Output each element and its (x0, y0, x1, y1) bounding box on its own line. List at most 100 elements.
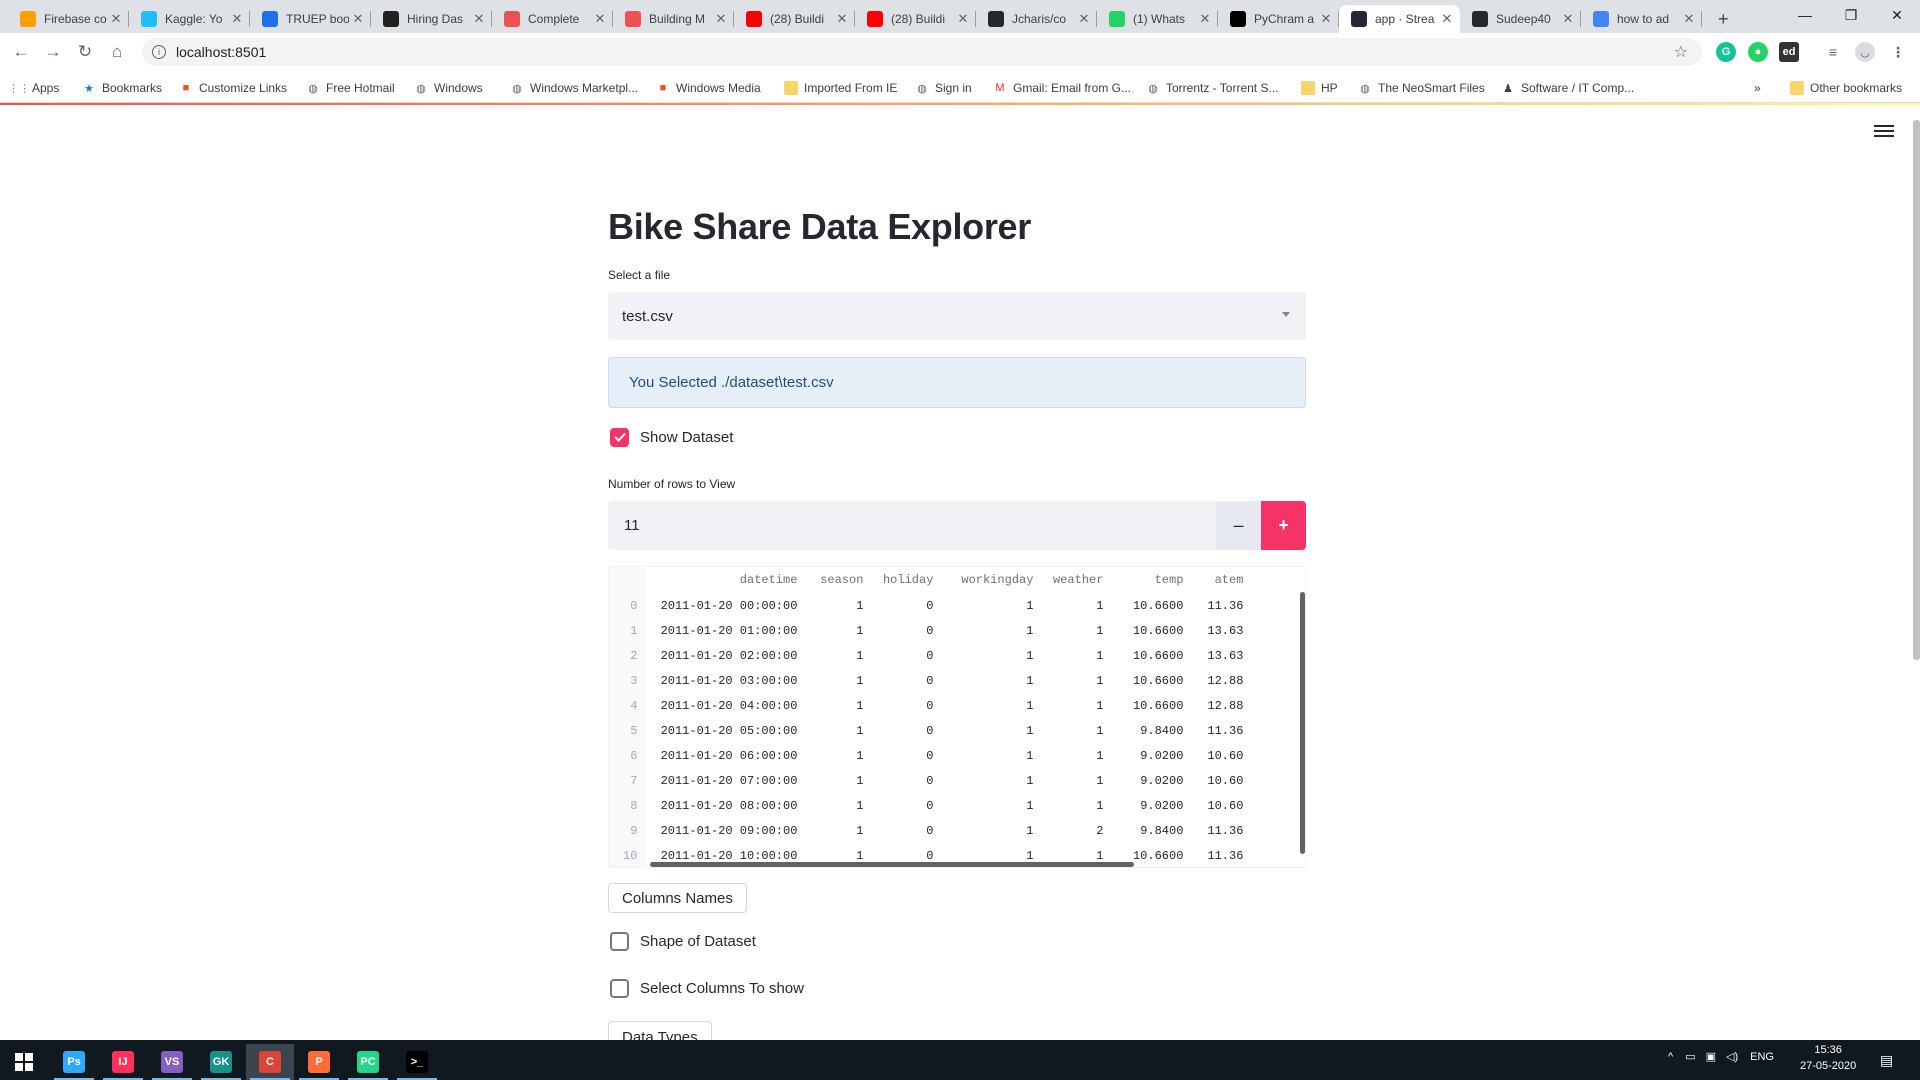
show-hidden-icons-icon[interactable]: ^ (1668, 1051, 1673, 1063)
clock[interactable]: 15:36 27-05-2020 (1800, 1044, 1856, 1072)
forward-icon[interactable]: → (40, 39, 66, 65)
dataframe[interactable]: datetime season holiday workingday weather te… (608, 566, 1306, 868)
dataframe-horizontal-scrollbar[interactable] (650, 862, 1134, 867)
bookmark-item[interactable]: ♟ Software / IT Comp... (1501, 79, 1634, 97)
browser-tab[interactable]: app · Strea ✕ (1339, 5, 1460, 33)
close-tab-icon[interactable]: ✕ (228, 11, 246, 27)
bookmark-item[interactable]: ■ Customize Links (179, 79, 287, 97)
bookmark-item[interactable]: ■ Windows Media (656, 79, 761, 97)
battery-icon[interactable]: ▭ (1685, 1050, 1695, 1063)
shape-checkbox[interactable]: Shape of Dataset (610, 930, 756, 952)
taskbar-app[interactable]: C (246, 1044, 294, 1080)
bookmark-item[interactable]: ◍ Torrentz - Torrent S... (1146, 79, 1278, 97)
edx-extension-icon[interactable]: ed (1779, 42, 1799, 62)
dataframe-vertical-scrollbar[interactable] (1300, 592, 1305, 854)
new-tab-button[interactable]: + (1706, 5, 1736, 33)
bookmark-star-icon[interactable]: ☆ (1674, 42, 1688, 62)
close-tab-icon[interactable]: ✕ (591, 11, 609, 27)
browser-tab[interactable]: how to ad ✕ (1581, 5, 1702, 33)
browser-tab[interactable]: (28) Buildi ✕ (855, 5, 976, 33)
browser-tab[interactable]: Kaggle: Yo ✕ (129, 5, 250, 33)
taskbar-app[interactable]: P (295, 1044, 343, 1080)
close-tab-icon[interactable]: ✕ (470, 11, 488, 27)
rows-number-input[interactable]: 11 (608, 501, 1216, 550)
bookmark-item[interactable]: ◍ Free Hotmail (306, 79, 395, 97)
bookmark-item[interactable]: ◍ Windows (414, 79, 483, 97)
hamburger-menu-icon[interactable] (1872, 122, 1896, 142)
close-tab-icon[interactable]: ✕ (1438, 11, 1456, 27)
close-tab-icon[interactable]: ✕ (954, 11, 972, 27)
browser-tab[interactable]: TRUEP boo ✕ (250, 5, 371, 33)
back-icon[interactable]: ← (8, 39, 34, 65)
column-header[interactable]: workingday (941, 567, 1042, 593)
media-control-icon[interactable]: ≡ (1823, 42, 1843, 62)
column-header[interactable]: weather (1041, 567, 1112, 593)
info-icon[interactable]: i (152, 45, 166, 59)
taskbar-app[interactable]: IJ (99, 1044, 147, 1080)
whatsapp-extension-icon[interactable]: ● (1748, 42, 1768, 62)
increment-button[interactable]: + (1261, 501, 1306, 550)
browser-tab[interactable]: PyChram a ✕ (1218, 5, 1339, 33)
browser-tab[interactable]: Hiring Das ✕ (371, 5, 492, 33)
select-columns-checkbox[interactable]: Select Columns To show (610, 977, 804, 999)
checkbox-checked-icon[interactable] (610, 427, 629, 447)
restore-icon[interactable]: ❐ (1828, 0, 1874, 30)
browser-tab[interactable]: (28) Buildi ✕ (734, 5, 855, 33)
show-dataset-checkbox[interactable]: Show Dataset (610, 426, 733, 448)
taskbar-app[interactable]: PC (344, 1044, 392, 1080)
close-tab-icon[interactable]: ✕ (349, 11, 367, 27)
decrement-button[interactable]: – (1216, 501, 1261, 550)
bookmark-item[interactable]: HP (1301, 79, 1338, 97)
address-bar[interactable]: i localhost:8501 ☆ (142, 38, 1702, 66)
close-tab-icon[interactable]: ✕ (1680, 11, 1698, 27)
taskbar-app[interactable]: >_ (393, 1044, 441, 1080)
browser-tab[interactable]: Jcharis/co ✕ (976, 5, 1097, 33)
browser-tab[interactable]: (1) Whats ✕ (1097, 5, 1218, 33)
column-header[interactable]: datetime (645, 567, 806, 593)
checkbox-unchecked-icon[interactable] (610, 978, 629, 998)
taskbar-app[interactable]: GK (197, 1044, 245, 1080)
column-header[interactable]: season (805, 567, 872, 593)
browser-tab[interactable]: Sudeep40 ✕ (1460, 5, 1581, 33)
file-select[interactable]: test.csv (608, 292, 1306, 340)
column-header[interactable]: holiday (871, 567, 942, 593)
close-tab-icon[interactable]: ✕ (833, 11, 851, 27)
bookmark-item[interactable]: Imported From IE (784, 79, 897, 97)
page-scrollbar[interactable] (1913, 120, 1920, 660)
bookmark-item[interactable]: ◍ The NeoSmart Files (1358, 79, 1485, 97)
columns-names-button[interactable]: Columns Names (608, 883, 747, 913)
bookmark-item[interactable]: ★ Bookmarks (82, 79, 162, 97)
checkbox-unchecked-icon[interactable] (610, 931, 629, 951)
notifications-icon[interactable]: ▤ (1880, 1052, 1893, 1069)
close-tab-icon[interactable]: ✕ (1196, 11, 1214, 27)
bookmarks-overflow[interactable]: » (1754, 79, 1761, 97)
column-header[interactable]: atem (1191, 567, 1252, 593)
chrome-menu-icon[interactable]: ⋮ (1888, 42, 1908, 62)
profile-avatar[interactable]: ◡ (1855, 42, 1875, 62)
browser-tab[interactable]: Complete ✕ (492, 5, 613, 33)
bookmark-item[interactable]: M Gmail: Email from G... (993, 79, 1131, 97)
tray-icons[interactable]: ^ ▭ ▣ ◁) ENG (1668, 1050, 1774, 1064)
browser-tab[interactable]: Firebase co ✕ (8, 5, 129, 33)
bookmark-item[interactable]: ⋮⋮ Apps (8, 79, 59, 97)
close-tab-icon[interactable]: ✕ (712, 11, 730, 27)
bookmark-item[interactable]: ◍ Windows Marketpl... (510, 79, 638, 97)
column-header[interactable]: temp (1111, 567, 1192, 593)
language-indicator[interactable]: ENG (1750, 1051, 1774, 1063)
volume-icon[interactable]: ◁) (1726, 1050, 1738, 1063)
taskbar-app[interactable]: Ps (50, 1044, 98, 1080)
other-bookmarks[interactable]: Other bookmarks (1790, 79, 1902, 97)
close-tab-icon[interactable]: ✕ (1559, 11, 1577, 27)
grammarly-icon[interactable]: G (1716, 42, 1736, 62)
reload-icon[interactable]: ↻ (72, 39, 98, 65)
close-window-icon[interactable]: ✕ (1874, 0, 1920, 30)
home-icon[interactable]: ⌂ (104, 39, 130, 65)
browser-tab[interactable]: Building M ✕ (613, 5, 734, 33)
close-tab-icon[interactable]: ✕ (1317, 11, 1335, 27)
windows-start-icon[interactable] (0, 1044, 48, 1080)
close-tab-icon[interactable]: ✕ (1075, 11, 1093, 27)
minimize-icon[interactable]: — (1782, 0, 1828, 30)
close-tab-icon[interactable]: ✕ (107, 11, 125, 27)
network-icon[interactable]: ▣ (1706, 1050, 1716, 1063)
taskbar-app[interactable]: VS (148, 1044, 196, 1080)
